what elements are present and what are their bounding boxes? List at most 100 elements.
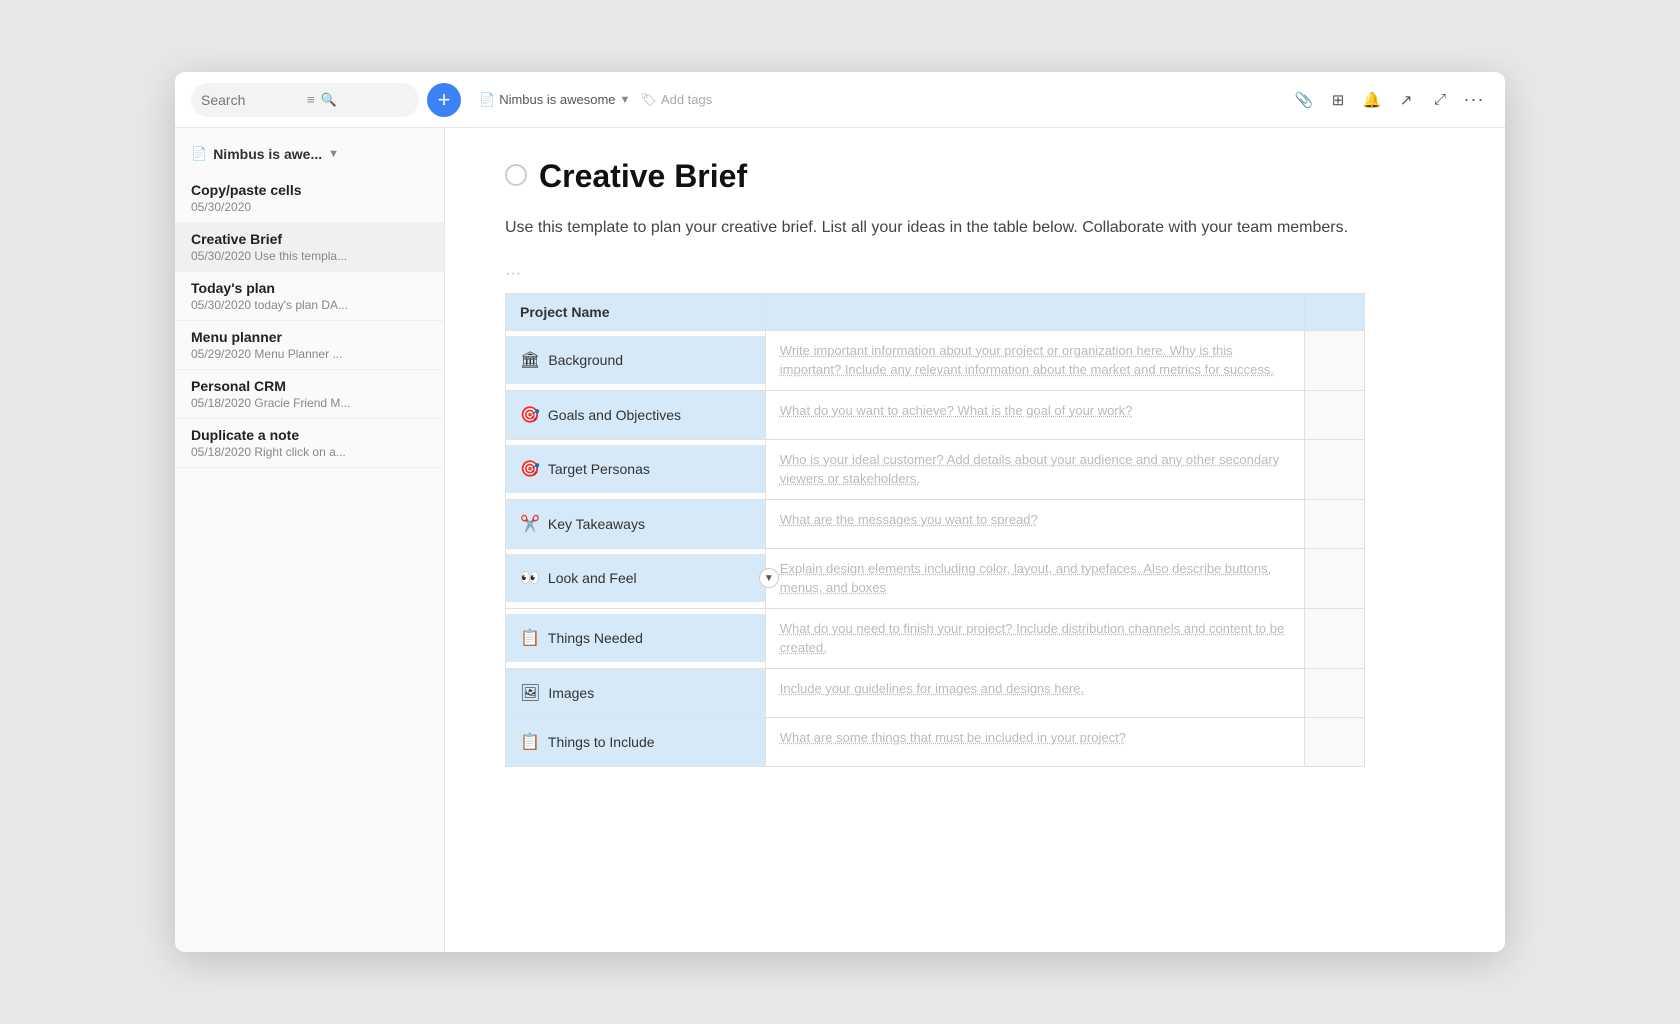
table-cell-right[interactable]: What are some things that must be includ… [765,717,1304,766]
table-cell-extra [1305,499,1365,548]
row-hint: Explain design elements including color,… [766,549,1304,608]
sidebar-item-title: Copy/paste cells [191,182,428,198]
table-cell-left: ✂️ Key Takeaways [506,499,766,548]
row-hint: Include your guidelines for images and d… [766,669,1304,709]
row-icon: 🎯 [520,459,540,479]
table-row-label-container[interactable]: 🏛 Background [506,336,765,384]
sidebar-item-meta: 05/29/2020 Menu Planner ... [191,347,428,361]
table-cell-left: 🎯 Target Personas [506,439,766,499]
table-row: 📋Things NeededWhat do you need to finish… [506,608,1365,668]
table-row-label-container[interactable]: 🎯 Goals and Objectives [506,391,765,439]
table-cell-extra [1305,608,1365,668]
sidebar-item-meta: 05/18/2020 Gracie Friend M... [191,396,428,410]
row-label: Look and Feel [548,570,637,586]
sidebar-item-meta: 05/30/2020 Use this templa... [191,249,428,263]
attachment-button[interactable]: 📎 [1289,85,1319,115]
sidebar-item-copy-paste[interactable]: Copy/paste cells 05/30/2020 [175,174,444,223]
row-icon: 🎯 [520,405,540,425]
row-icon: ✂️ [520,514,540,534]
collapse-row-button[interactable]: ▼ [759,568,779,588]
table-row-label-container[interactable]: 📋Things to Include [506,718,765,766]
row-hint: What do you want to achieve? What is the… [766,391,1304,431]
table-cell-left: 🏛 Background [506,330,766,390]
table-cell-extra [1305,330,1365,390]
sidebar-item-todays-plan[interactable]: Today's plan 05/30/2020 today's plan DA.… [175,272,444,321]
more-options-button[interactable]: ··· [1459,85,1489,115]
table-cell-right[interactable]: What are the messages you want to spread… [765,499,1304,548]
block-menu-button[interactable]: ··· [505,265,521,283]
table-cell-right[interactable]: Explain design elements including color,… [765,548,1304,608]
row-label: Images [548,685,594,701]
filter-icon: ≡ [307,92,315,107]
sidebar-item-title: Personal CRM [191,378,428,394]
row-hint: What are the messages you want to spread… [766,500,1304,540]
main-top-bar: 📄 Nimbus is awesome ▼ 🏷 Add tags 📎 ⊞ 🔔 ↗… [461,85,1489,115]
search-icon: 🔍 [321,92,337,108]
notifications-button[interactable]: 🔔 [1357,85,1387,115]
table-row-label-container[interactable]: 🖼 Images [506,669,765,717]
search-box[interactable]: ≡ 🔍 [191,83,419,117]
sidebar-item-duplicate-note[interactable]: Duplicate a note 05/18/2020 Right click … [175,419,444,468]
table-row: 🖼 Images Include your guidelines for image… [506,668,1365,717]
creative-table: Project Name 🏛 Background Write important … [505,293,1365,767]
sidebar-item-title: Menu planner [191,329,428,345]
col-header-right [765,293,1304,330]
share-button[interactable]: ↗ [1391,85,1421,115]
table-cell-left: 🎯 Goals and Objectives [506,390,766,439]
doc-status-circle[interactable] [505,164,527,186]
row-icon: 🏛 [520,350,540,370]
table-row: 📋Things to IncludeWhat are some things t… [506,717,1365,766]
sidebar-item-meta: 05/30/2020 today's plan DA... [191,298,428,312]
table-row: 🏛 Background Write important information a… [506,330,1365,390]
sidebar-item-meta: 05/18/2020 Right click on a... [191,445,428,459]
search-input[interactable] [201,92,301,108]
page-icon: 📄 [479,92,495,108]
sidebar-item-creative-brief[interactable]: Creative Brief 05/30/2020 Use this templ… [175,223,444,272]
doc-title: Creative Brief [539,158,747,195]
table-row-label-container[interactable]: ✂️ Key Takeaways [506,500,765,548]
grid-view-button[interactable]: ⊞ [1323,85,1353,115]
row-hint: What do you need to finish your project?… [766,609,1304,668]
add-tags-label: Add tags [661,92,712,107]
sidebar: 📄 Nimbus is awe... ▼ Copy/paste cells 05… [175,128,445,952]
workspace-header[interactable]: 📄 Nimbus is awe... ▼ [175,140,444,174]
table-cell-extra [1305,390,1365,439]
row-label: Goals and Objectives [548,407,681,423]
chevron-down-icon: ▼ [620,94,631,106]
sidebar-item-title: Today's plan [191,280,428,296]
row-icon: 🖼 [520,683,540,703]
table-row-label-container[interactable]: 🎯 Target Personas [506,445,765,493]
col-header-extra [1305,293,1365,330]
breadcrumb[interactable]: 📄 Nimbus is awesome ▼ [479,92,630,108]
row-label: Key Takeaways [548,516,645,532]
table-cell-right[interactable]: Include your guidelines for images and d… [765,668,1304,717]
workspace-name: Nimbus is awe... [213,146,322,162]
table-cell-extra [1305,548,1365,608]
table-cell-right[interactable]: Who is your ideal customer? Add details … [765,439,1304,499]
table-row-label-container[interactable]: 📋Things Needed [506,614,765,662]
row-label: Background [548,352,623,368]
row-hint: Who is your ideal customer? Add details … [766,440,1304,499]
add-tags-button[interactable]: 🏷 Add tags [640,92,712,108]
col-header-project-name: Project Name [506,293,766,330]
table-cell-left: 🖼 Images [506,668,766,717]
top-bar: ≡ 🔍 + 📄 Nimbus is awesome ▼ 🏷 Add tags 📎… [175,72,1505,128]
table-row: 🎯 Goals and Objectives What do you want to… [506,390,1365,439]
doc-header: Creative Brief [505,158,1445,195]
table-cell-right[interactable]: Write important information about your p… [765,330,1304,390]
table-cell-right[interactable]: What do you want to achieve? What is the… [765,390,1304,439]
sidebar-item-personal-crm[interactable]: Personal CRM 05/18/2020 Gracie Friend M.… [175,370,444,419]
workspace-chevron-icon: ▼ [328,148,339,160]
row-hint: Write important information about your p… [766,331,1304,390]
table-row-label-container[interactable]: 👀Look and Feel [506,554,765,602]
add-button[interactable]: + [427,83,461,117]
doc-description: Use this template to plan your creative … [505,215,1385,241]
sidebar-item-meta: 05/30/2020 [191,200,428,214]
row-label: Target Personas [548,461,650,477]
table-cell-left: 📋Things Needed [506,608,766,668]
table-cell-extra [1305,668,1365,717]
sidebar-item-menu-planner[interactable]: Menu planner 05/29/2020 Menu Planner ... [175,321,444,370]
row-label: Things to Include [548,734,655,750]
expand-button[interactable]: ⤢ [1425,85,1455,115]
table-cell-right[interactable]: What do you need to finish your project?… [765,608,1304,668]
